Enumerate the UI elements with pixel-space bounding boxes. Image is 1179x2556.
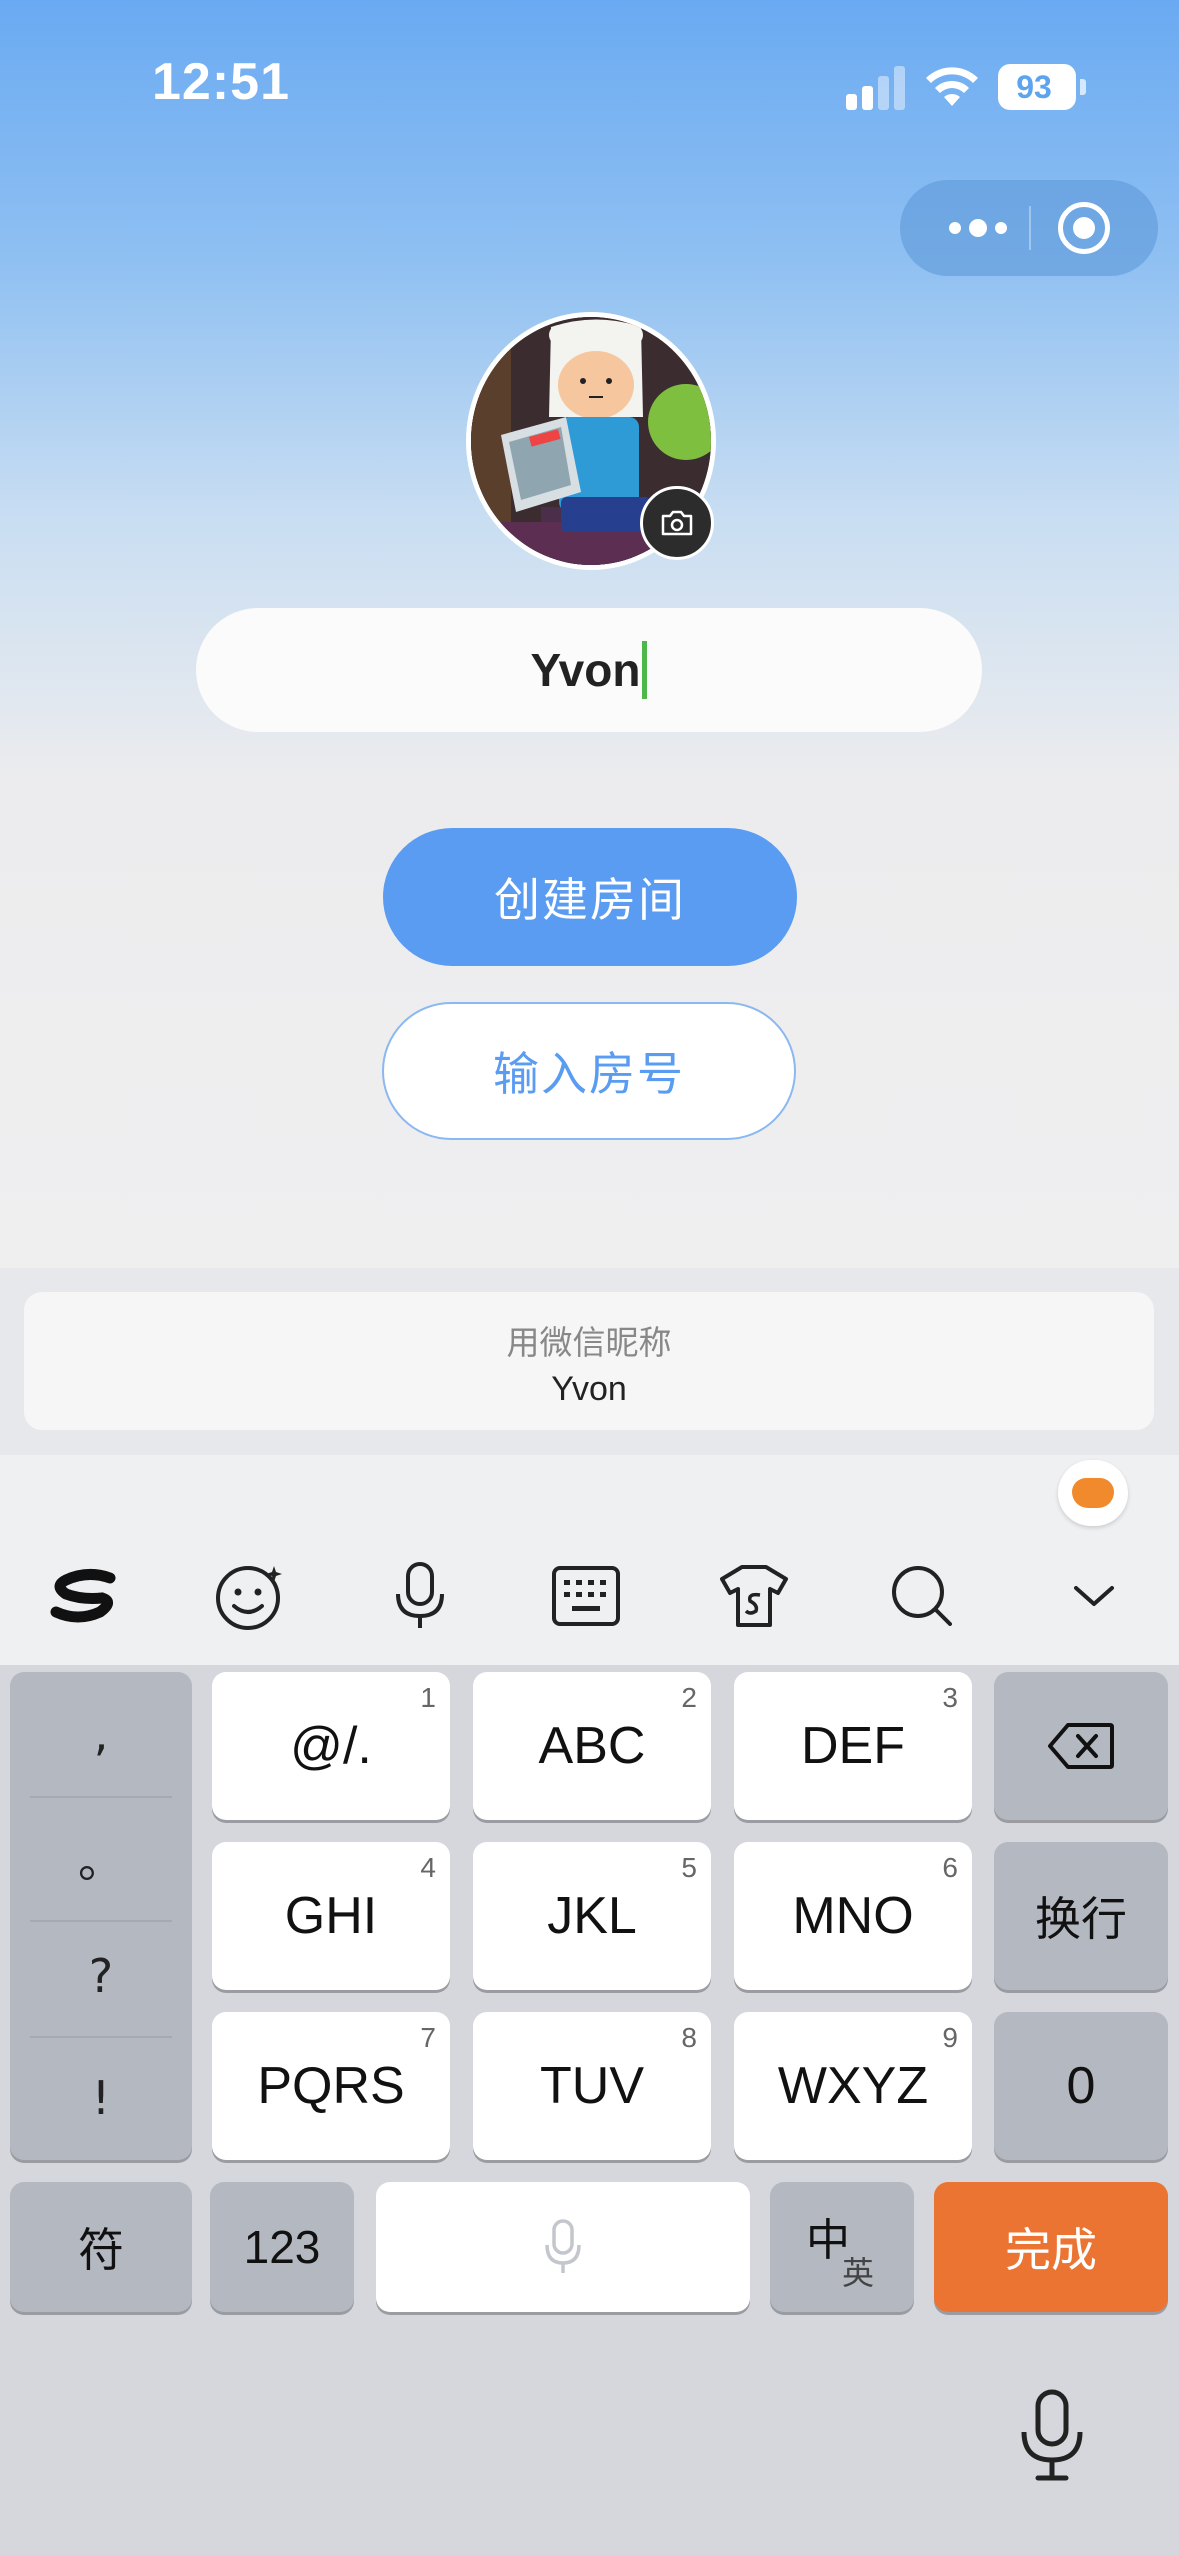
change-avatar-button[interactable] — [640, 486, 714, 560]
nickname-input[interactable]: Yvon — [196, 608, 982, 732]
nickname-value: Yvon — [530, 644, 641, 696]
battery-icon: 93 — [998, 64, 1086, 110]
key-number: 4 — [420, 1852, 436, 1883]
key-number: 8 — [681, 2022, 697, 2053]
text-caret — [642, 641, 648, 699]
language-switch-key[interactable]: 中 英 — [770, 2182, 914, 2312]
symbols-key[interactable]: 符 — [10, 2182, 192, 2312]
more-icon[interactable] — [930, 180, 1026, 276]
key-label: TUV — [540, 2057, 644, 2115]
keyboard-icon[interactable] — [546, 1560, 626, 1632]
key-0[interactable]: 0 — [994, 2012, 1168, 2160]
key-number: 3 — [942, 1682, 958, 1713]
suggestion-nickname: Yvon — [551, 1370, 627, 1408]
key-label: ABC — [538, 1717, 646, 1775]
punct-key-exclamation[interactable]: ! — [10, 2036, 192, 2160]
key-1[interactable]: @/. 1 — [212, 1672, 450, 1820]
capsule-divider — [1029, 206, 1031, 250]
key-4[interactable]: GHI 4 — [212, 1842, 450, 1990]
collapse-icon[interactable] — [1054, 1560, 1134, 1632]
skin-icon[interactable] — [714, 1560, 794, 1632]
status-time: 12:51 — [152, 53, 290, 111]
numbers-key[interactable]: 123 — [210, 2182, 354, 2312]
lang-en-label: 英 — [842, 2254, 875, 2292]
search-icon[interactable] — [882, 1560, 962, 1632]
backspace-key[interactable] — [994, 1672, 1168, 1820]
key-3[interactable]: DEF 3 — [734, 1672, 972, 1820]
mascot-icon[interactable] — [1058, 1460, 1128, 1526]
key-label: DEF — [801, 1717, 905, 1775]
key-label: MNO — [792, 1887, 914, 1945]
dictation-microphone-icon[interactable] — [1012, 2386, 1092, 2486]
done-key[interactable]: 完成 — [934, 2182, 1168, 2312]
key-number: 9 — [942, 2022, 958, 2053]
punct-key-question[interactable]: ? — [10, 1914, 192, 2038]
key-5[interactable]: JKL 5 — [473, 1842, 711, 1990]
voice-icon[interactable] — [380, 1560, 460, 1632]
key-label: @/. — [290, 1717, 372, 1775]
enter-room-number-button[interactable]: 输入房号 — [382, 1002, 796, 1140]
punctuation-column[interactable]: , 。 ? ! — [10, 1672, 192, 2160]
suggestion-label: 用微信昵称 — [506, 1323, 672, 1362]
key-2[interactable]: ABC 2 — [473, 1672, 711, 1820]
punct-key-period[interactable]: 。 — [10, 1796, 192, 1920]
key-number: 6 — [942, 1852, 958, 1883]
cellular-signal-icon — [846, 66, 906, 110]
key-6[interactable]: MNO 6 — [734, 1842, 972, 1990]
key-number: 5 — [681, 1852, 697, 1883]
key-number: 7 — [420, 2022, 436, 2053]
create-room-button[interactable]: 创建房间 — [383, 828, 797, 966]
punct-key-comma[interactable]: , — [10, 1672, 192, 1796]
battery-level: 93 — [1016, 69, 1052, 105]
sogou-logo-icon[interactable] — [44, 1560, 124, 1632]
key-label: PQRS — [257, 2057, 405, 2115]
status-bar: 12:51 93 — [0, 0, 1179, 175]
key-label: WXYZ — [777, 2057, 929, 2115]
newline-key[interactable]: 换行 — [994, 1842, 1168, 1990]
key-number: 1 — [420, 1682, 436, 1713]
miniprogram-capsule — [900, 180, 1158, 276]
key-number: 2 — [681, 1682, 697, 1713]
close-miniprogram-icon[interactable] — [1058, 202, 1110, 254]
key-7[interactable]: PQRS 7 — [212, 2012, 450, 2160]
key-label: GHI — [284, 1887, 378, 1945]
key-label: JKL — [547, 1887, 637, 1945]
key-9[interactable]: WXYZ 9 — [734, 2012, 972, 2160]
camera-icon — [661, 510, 693, 536]
backspace-icon — [1048, 1723, 1114, 1769]
emoji-icon[interactable] — [210, 1560, 290, 1632]
microphone-icon — [545, 2219, 581, 2273]
nickname-suggestion-bar: 用微信昵称 Yvon — [0, 1268, 1179, 1455]
use-wechat-nickname-option[interactable]: 用微信昵称 Yvon — [24, 1292, 1154, 1430]
wifi-icon — [926, 67, 978, 106]
key-8[interactable]: TUV 8 — [473, 2012, 711, 2160]
space-key[interactable] — [376, 2182, 750, 2312]
